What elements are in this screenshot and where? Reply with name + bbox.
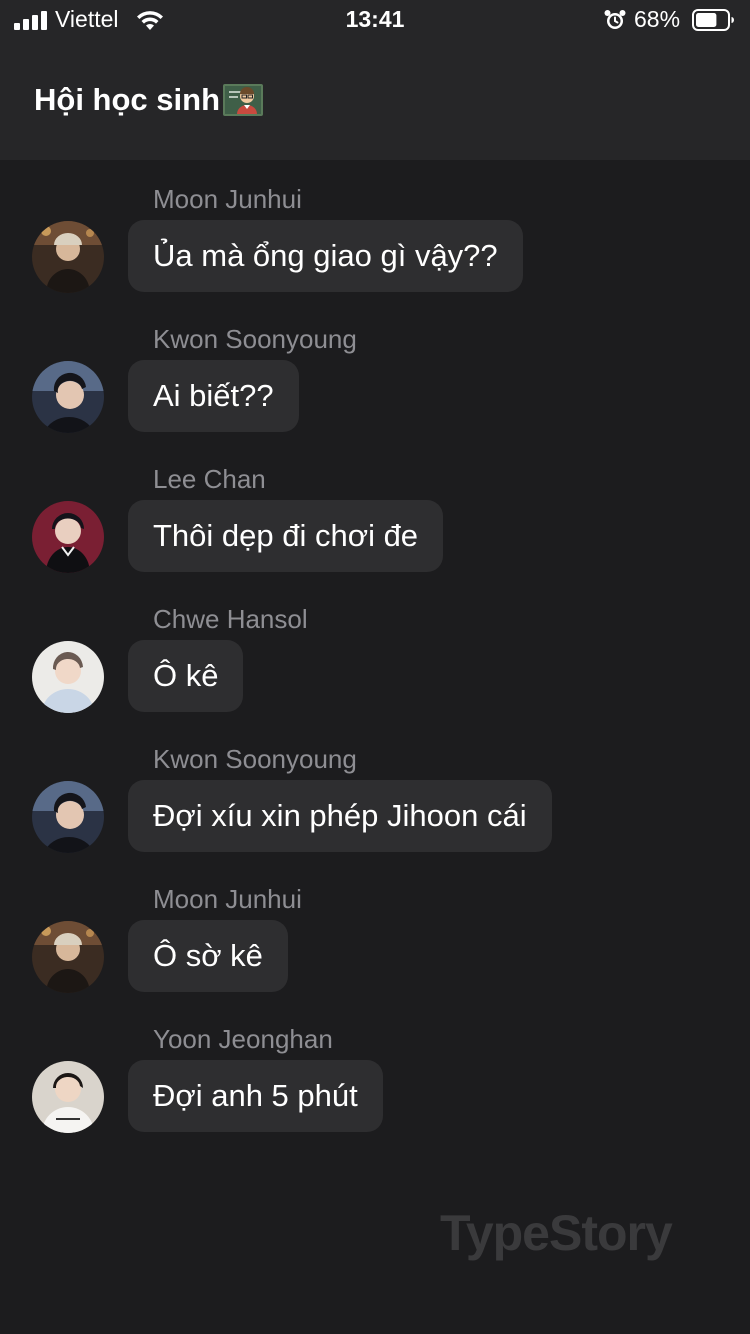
avatar-moon-junhui-icon [32,221,104,293]
chat-title-row: Hội học sinh [34,80,264,120]
message-text: Thôi dẹp đi chơi đe [153,518,419,553]
avatar[interactable] [32,781,104,853]
battery-percent: 68% [634,6,681,32]
avatar[interactable] [32,361,104,433]
avatar-lee-chan-icon [32,501,104,573]
avatar-moon-junhui-icon [32,921,104,993]
message-row: Kwon Soonyoung Đợi xíu xin phép Jihoon c… [0,744,750,884]
sender-name: Moon Junhui [153,184,302,214]
message-row: Lee Chan Thôi dẹp đi chơi đe [0,464,750,604]
typestory-watermark: TypeStory [440,1205,673,1261]
avatar[interactable] [32,641,104,713]
sender-name: Kwon Soonyoung [153,324,357,354]
message-row: Moon Junhui Ô sờ kê [0,884,750,1024]
message-text: Ô sờ kê [153,938,263,973]
avatar-kwon-soonyoung-icon [32,361,104,433]
message-row: Moon Junhui Ủa mà ổng giao gì vậy?? [0,184,750,324]
chat-screen: Viettel 13:41 68% Hội học sinh Moon Junh… [0,0,750,1334]
chat-header: Viettel 13:41 68% Hội học sinh [0,0,750,160]
message-text: Ủa mà ổng giao gì vậy?? [153,238,498,273]
message-text: Đợi xíu xin phép Jihoon cái [153,798,527,833]
avatar[interactable] [32,1061,104,1133]
sender-name: Yoon Jeonghan [153,1024,333,1054]
message-bubble[interactable]: Đợi anh 5 phút [128,1060,383,1132]
avatar-yoon-jeonghan-icon [32,1061,104,1133]
sender-name: Kwon Soonyoung [153,744,357,774]
message-row: Chwe Hansol Ô kê [0,604,750,744]
message-bubble[interactable]: Đợi xíu xin phép Jihoon cái [128,780,552,852]
avatar[interactable] [32,921,104,993]
message-text: Ai biết?? [153,378,274,413]
sender-name: Moon Junhui [153,884,302,914]
status-bar: Viettel 13:41 68% [0,0,750,40]
avatar-chwe-hansol-icon [32,641,104,713]
avatar-kwon-soonyoung-icon [32,781,104,853]
message-row: Yoon Jeonghan Đợi anh 5 phút [0,1024,750,1164]
message-row: Kwon Soonyoung Ai biết?? [0,324,750,464]
message-bubble[interactable]: Ô kê [128,640,244,712]
battery-icon [692,9,734,31]
avatar[interactable] [32,501,104,573]
message-text: Đợi anh 5 phút [153,1078,358,1113]
message-bubble[interactable]: Ai biết?? [128,360,299,432]
sender-name: Chwe Hansol [153,604,308,634]
message-bubble[interactable]: Thôi dẹp đi chơi đe [128,500,444,572]
message-bubble[interactable]: Ô sờ kê [128,920,288,992]
chat-title: Hội học sinh [34,82,220,117]
alarm-icon [604,10,626,29]
sender-name: Lee Chan [153,464,266,494]
message-text: Ô kê [153,658,219,693]
message-bubble[interactable]: Ủa mà ổng giao gì vậy?? [128,220,523,292]
teacher-emoji-icon [223,84,263,116]
avatar[interactable] [32,221,104,293]
